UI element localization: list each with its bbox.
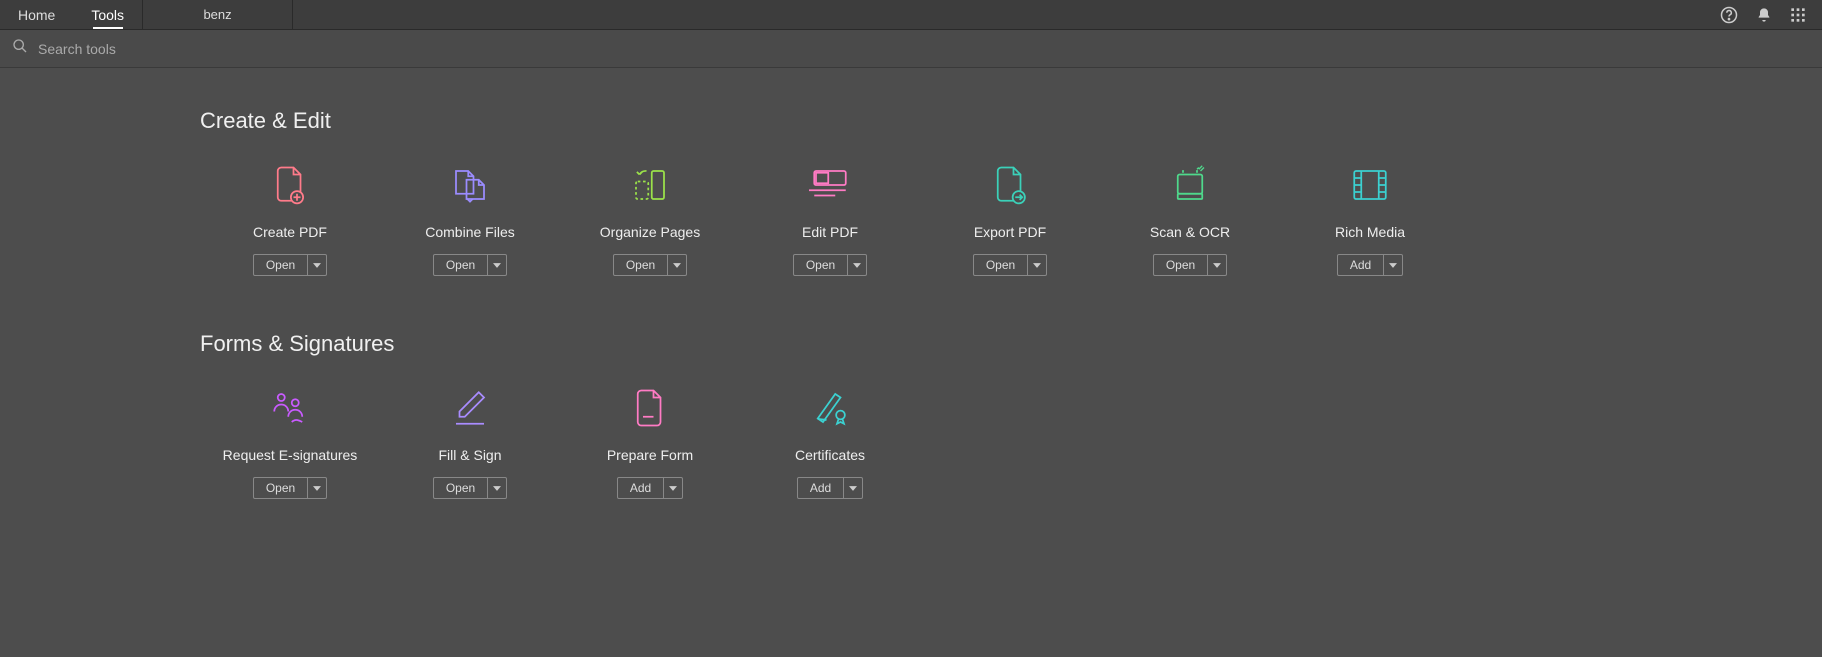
certificates-icon <box>809 387 851 429</box>
dropdown-button[interactable] <box>1384 255 1402 275</box>
section-forms-signatures: Request E-signatures Open Fill & Sign Op… <box>200 387 1822 499</box>
dropdown-button[interactable] <box>1028 255 1046 275</box>
tool-label: Fill & Sign <box>438 447 501 463</box>
tool-edit-pdf[interactable]: Edit PDF Open <box>740 164 920 276</box>
tool-rich-media[interactable]: Rich Media Add <box>1280 164 1460 276</box>
add-button[interactable]: Add <box>798 478 844 498</box>
prepare-form-icon <box>629 387 671 429</box>
help-icon[interactable] <box>1720 6 1738 24</box>
create-pdf-icon <box>269 164 311 206</box>
tool-scan-ocr[interactable]: Scan & OCR Open <box>1100 164 1280 276</box>
tool-prepare-form[interactable]: Prepare Form Add <box>560 387 740 499</box>
dropdown-button[interactable] <box>664 478 682 498</box>
tool-organize-pages[interactable]: Organize Pages Open <box>560 164 740 276</box>
tool-certificates[interactable]: Certificates Add <box>740 387 920 499</box>
apps-grid-icon[interactable] <box>1790 7 1806 23</box>
add-button[interactable]: Add <box>1338 255 1384 275</box>
tool-create-pdf[interactable]: Create PDF Open <box>200 164 380 276</box>
dropdown-button[interactable] <box>668 255 686 275</box>
search-input[interactable] <box>38 41 338 57</box>
section-title-create-edit: Create & Edit <box>200 108 1822 134</box>
tool-request-esignatures[interactable]: Request E-signatures Open <box>200 387 380 499</box>
dropdown-button[interactable] <box>308 478 326 498</box>
tool-label: Scan & OCR <box>1150 224 1230 240</box>
dropdown-button[interactable] <box>848 255 866 275</box>
tool-export-pdf[interactable]: Export PDF Open <box>920 164 1100 276</box>
combine-files-icon <box>449 164 491 206</box>
tool-label: Rich Media <box>1335 224 1405 240</box>
export-pdf-icon <box>989 164 1031 206</box>
open-button[interactable]: Open <box>434 478 488 498</box>
tool-combine-files[interactable]: Combine Files Open <box>380 164 560 276</box>
tab-tools[interactable]: Tools <box>73 0 142 29</box>
open-button[interactable]: Open <box>254 255 308 275</box>
tool-label: Organize Pages <box>600 224 700 240</box>
open-button[interactable]: Open <box>434 255 488 275</box>
search-icon <box>12 38 28 59</box>
search-bar <box>0 30 1822 68</box>
topbar: Home Tools benz <box>0 0 1822 30</box>
tool-label: Export PDF <box>974 224 1046 240</box>
edit-pdf-icon <box>809 164 851 206</box>
tool-label: Edit PDF <box>802 224 858 240</box>
rich-media-icon <box>1349 164 1391 206</box>
tab-home[interactable]: Home <box>0 0 73 29</box>
open-button[interactable]: Open <box>794 255 848 275</box>
dropdown-button[interactable] <box>488 255 506 275</box>
dropdown-button[interactable] <box>1208 255 1226 275</box>
open-button[interactable]: Open <box>614 255 668 275</box>
dropdown-button[interactable] <box>488 478 506 498</box>
request-esignatures-icon <box>269 387 311 429</box>
open-button[interactable]: Open <box>974 255 1028 275</box>
section-title-forms-signatures: Forms & Signatures <box>200 331 1822 357</box>
document-tab-benz[interactable]: benz <box>143 0 293 29</box>
tool-label: Create PDF <box>253 224 327 240</box>
open-button[interactable]: Open <box>1154 255 1208 275</box>
tool-label: Combine Files <box>425 224 514 240</box>
add-button[interactable]: Add <box>618 478 664 498</box>
organize-pages-icon <box>629 164 671 206</box>
tool-label: Request E-signatures <box>223 447 358 463</box>
scan-ocr-icon <box>1169 164 1211 206</box>
tool-fill-sign[interactable]: Fill & Sign Open <box>380 387 560 499</box>
dropdown-button[interactable] <box>308 255 326 275</box>
dropdown-button[interactable] <box>844 478 862 498</box>
section-create-edit: Create PDF Open Combine Files Open Organ… <box>200 164 1822 276</box>
tool-label: Prepare Form <box>607 447 693 463</box>
tool-label: Certificates <box>795 447 865 463</box>
fill-sign-icon <box>449 387 491 429</box>
bell-icon[interactable] <box>1756 7 1772 23</box>
open-button[interactable]: Open <box>254 478 308 498</box>
tools-content: Create & Edit Create PDF Open Combine Fi… <box>0 68 1822 499</box>
